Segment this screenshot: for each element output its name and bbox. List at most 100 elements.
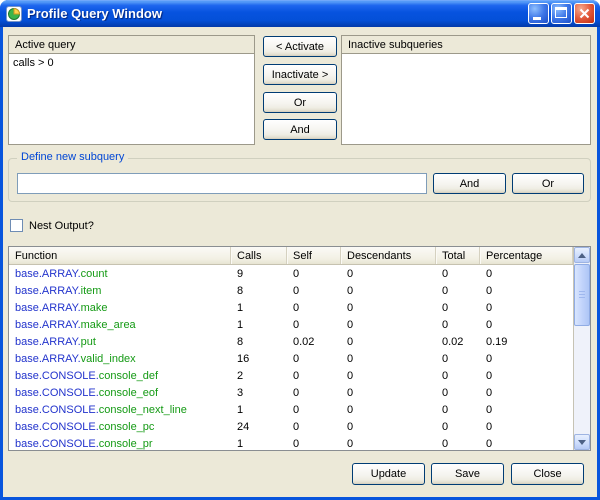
cell-total: 0 — [436, 268, 480, 280]
column-header-function[interactable]: Function — [9, 247, 231, 264]
or-transfer-button[interactable]: Or — [263, 92, 337, 113]
close-button[interactable] — [574, 3, 595, 24]
cell-total: 0 — [436, 404, 480, 416]
cell-calls: 2 — [231, 370, 287, 382]
cell-calls: 1 — [231, 319, 287, 331]
cell-calls: 9 — [231, 268, 287, 280]
table-row[interactable]: base.CONSOLE.console_pr 1 0 0 0 0 — [9, 435, 573, 450]
column-header-percentage[interactable]: Percentage — [480, 247, 573, 264]
table-row[interactable]: base.ARRAY.item 8 0 0 0 0 — [9, 282, 573, 299]
define-subquery-label: Define new subquery — [17, 151, 128, 163]
table-row[interactable]: base.ARRAY.put 8 0.02 0 0.02 0.19 — [9, 333, 573, 350]
table-row[interactable]: base.CONSOLE.console_def 2 0 0 0 0 — [9, 367, 573, 384]
cell-total: 0.02 — [436, 336, 480, 348]
update-button[interactable]: Update — [352, 463, 425, 485]
cell-self: 0 — [287, 302, 341, 314]
scrollbar-thumb[interactable] — [574, 264, 590, 326]
cell-self: 0 — [287, 285, 341, 297]
nest-output-checkbox[interactable] — [10, 219, 23, 232]
cell-self: 0 — [287, 319, 341, 331]
window-title: Profile Query Window — [27, 6, 526, 21]
cell-descendants: 0 — [341, 370, 436, 382]
maximize-button[interactable] — [551, 3, 572, 24]
titlebar[interactable]: Profile Query Window — [0, 0, 600, 27]
inactive-subqueries-list[interactable] — [342, 53, 590, 144]
cell-percentage: 0 — [480, 387, 573, 399]
cell-total: 0 — [436, 421, 480, 433]
cell-self: 0 — [287, 370, 341, 382]
cell-self: 0 — [287, 421, 341, 433]
cell-percentage: 0 — [480, 319, 573, 331]
cell-descendants: 0 — [341, 387, 436, 399]
cell-total: 0 — [436, 438, 480, 450]
subquery-or-button[interactable]: Or — [512, 173, 584, 194]
table-row[interactable]: base.ARRAY.count 9 0 0 0 0 — [9, 265, 573, 282]
active-query-list[interactable]: calls > 0 — [9, 53, 254, 144]
column-header-descendants[interactable]: Descendants — [341, 247, 436, 264]
inactive-subqueries-panel: Inactive subqueries — [341, 35, 591, 145]
maximize-icon — [552, 4, 571, 23]
cell-self: 0 — [287, 404, 341, 416]
cell-function: base.ARRAY.valid_index — [9, 353, 231, 365]
table-row[interactable]: base.ARRAY.make_area 1 0 0 0 0 — [9, 316, 573, 333]
cell-total: 0 — [436, 319, 480, 331]
inactivate-button[interactable]: Inactivate > — [263, 64, 337, 85]
cell-percentage: 0 — [480, 268, 573, 280]
cell-self: 0 — [287, 353, 341, 365]
cell-descendants: 0 — [341, 353, 436, 365]
cell-function: base.CONSOLE.console_next_line — [9, 404, 231, 416]
cell-function: base.ARRAY.make_area — [9, 319, 231, 331]
cell-calls: 24 — [231, 421, 287, 433]
active-query-label: Active query — [9, 36, 254, 53]
cell-descendants: 0 — [341, 336, 436, 348]
save-button[interactable]: Save — [431, 463, 504, 485]
table-body: base.ARRAY.count 9 0 0 0 0 base.ARRAY.it… — [9, 265, 573, 450]
cell-calls: 8 — [231, 336, 287, 348]
table-row[interactable]: base.CONSOLE.console_eof 3 0 0 0 0 — [9, 384, 573, 401]
column-header-total[interactable]: Total — [436, 247, 480, 264]
cell-descendants: 0 — [341, 421, 436, 433]
scroll-down-button[interactable] — [574, 434, 590, 450]
cell-descendants: 0 — [341, 268, 436, 280]
table-row[interactable]: base.ARRAY.make 1 0 0 0 0 — [9, 299, 573, 316]
table-row[interactable]: base.CONSOLE.console_next_line 1 0 0 0 0 — [9, 401, 573, 418]
table-row[interactable]: base.ARRAY.valid_index 16 0 0 0 0 — [9, 350, 573, 367]
cell-percentage: 0 — [480, 438, 573, 450]
cell-calls: 3 — [231, 387, 287, 399]
scroll-up-button[interactable] — [574, 247, 590, 263]
cell-descendants: 0 — [341, 404, 436, 416]
cell-self: 0 — [287, 438, 341, 450]
cell-descendants: 0 — [341, 319, 436, 331]
table-row[interactable]: base.CONSOLE.console_pc 24 0 0 0 0 — [9, 418, 573, 435]
cell-descendants: 0 — [341, 302, 436, 314]
cell-calls: 16 — [231, 353, 287, 365]
nest-output-label[interactable]: Nest Output? — [29, 220, 94, 232]
active-query-panel: Active query calls > 0 — [8, 35, 255, 145]
minimize-button[interactable] — [528, 3, 549, 24]
cell-total: 0 — [436, 302, 480, 314]
cell-self: 0 — [287, 268, 341, 280]
close-action-button[interactable]: Close — [511, 463, 584, 485]
table-main: Function Calls Self Descendants Total Pe… — [9, 247, 573, 450]
active-query-item[interactable]: calls > 0 — [13, 57, 250, 69]
cell-percentage: 0 — [480, 302, 573, 314]
subquery-input[interactable] — [17, 173, 427, 194]
column-header-calls[interactable]: Calls — [231, 247, 287, 264]
activate-button[interactable]: < Activate — [263, 36, 337, 57]
cell-percentage: 0 — [480, 353, 573, 365]
table-header: Function Calls Self Descendants Total Pe… — [9, 247, 573, 265]
subquery-and-button[interactable]: And — [433, 173, 506, 194]
cell-function: base.ARRAY.put — [9, 336, 231, 348]
cell-total: 0 — [436, 285, 480, 297]
cell-calls: 1 — [231, 404, 287, 416]
cell-self: 0 — [287, 387, 341, 399]
cell-function: base.CONSOLE.console_pc — [9, 421, 231, 433]
column-header-self[interactable]: Self — [287, 247, 341, 264]
nest-output-row: Nest Output? — [10, 219, 94, 232]
cell-total: 0 — [436, 353, 480, 365]
cell-descendants: 0 — [341, 438, 436, 450]
and-transfer-button[interactable]: And — [263, 119, 337, 140]
vertical-scrollbar[interactable] — [573, 247, 590, 450]
cell-function: base.CONSOLE.console_def — [9, 370, 231, 382]
cell-total: 0 — [436, 387, 480, 399]
